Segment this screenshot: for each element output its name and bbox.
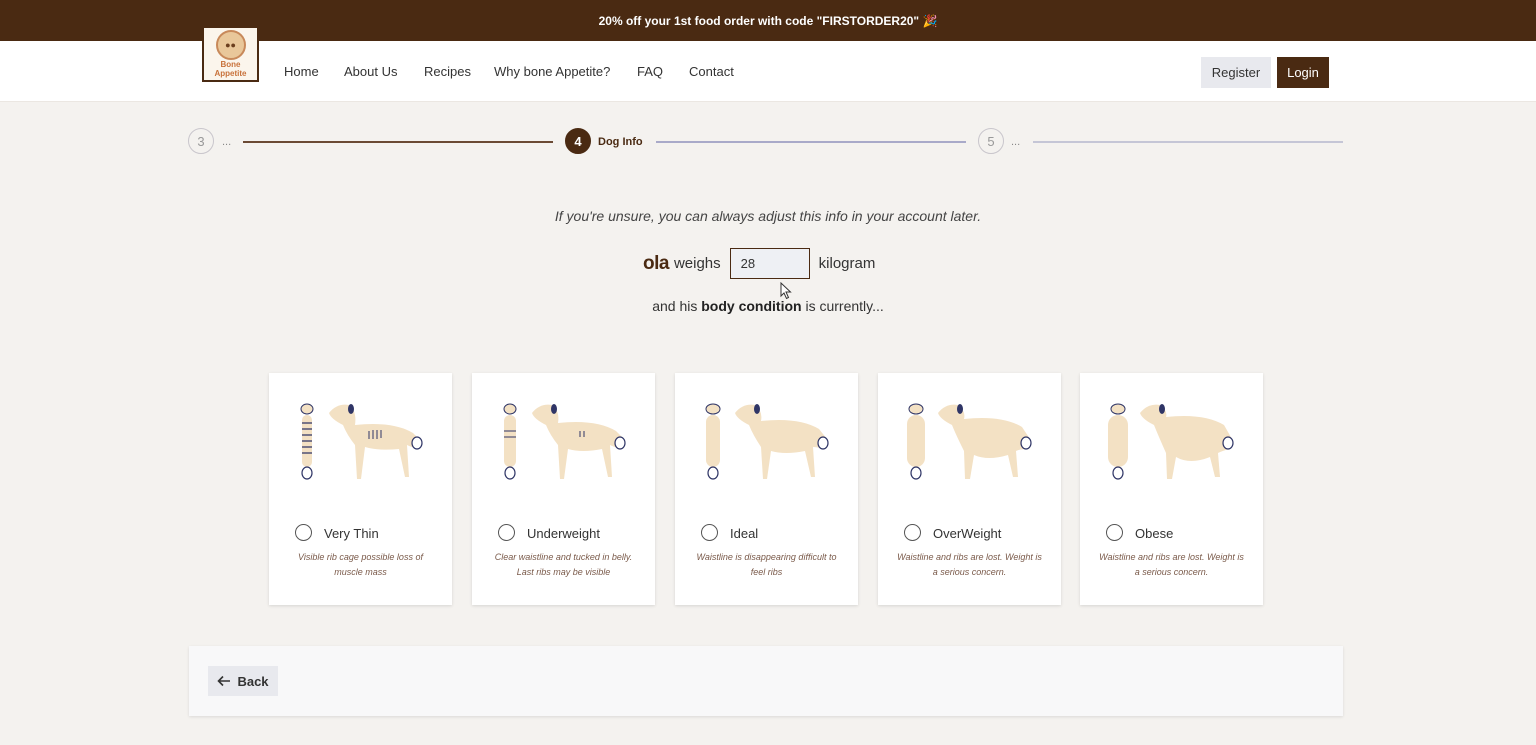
nav-link-faq[interactable]: FAQ	[637, 63, 663, 81]
nav-link-about-us[interactable]: About Us	[344, 63, 397, 81]
condition-prompt: and his body condition is currently...	[0, 298, 1536, 314]
condition-title: OverWeight	[933, 526, 1002, 541]
condition-title: Very Thin	[324, 526, 379, 541]
step-prev-number: 3	[188, 128, 214, 154]
condition-card-underweight[interactable]: Underweight Clear waistline and tucked i…	[472, 373, 655, 605]
step-current-number: 4	[565, 128, 591, 154]
login-button[interactable]: Login	[1277, 57, 1329, 88]
back-label: Back	[237, 673, 269, 689]
nav-link-recipes[interactable]: Recipes	[424, 63, 471, 81]
promo-text: 20% off your 1st food order with code "F…	[598, 13, 938, 28]
condition-suffix: is currently...	[805, 298, 884, 314]
condition-radio-obese[interactable]	[1106, 524, 1123, 541]
condition-desc: Waistline and ribs are lost. Weight is a…	[1099, 552, 1244, 577]
nav-link-why-bone-appetite[interactable]: Why bone Appetite?	[494, 63, 610, 81]
logo-text: Bone	[220, 60, 241, 69]
back-button[interactable]: Back	[208, 666, 278, 696]
condition-prefix: and his	[652, 298, 698, 314]
condition-title: Ideal	[730, 526, 759, 541]
adjust-hint: If you're unsure, you can always adjust …	[554, 208, 982, 224]
condition-desc: Visible rib cage possible loss of muscle…	[298, 552, 423, 577]
logo-dog-icon: ●●	[215, 30, 246, 60]
form-footer	[189, 646, 1343, 716]
step-line-completed	[243, 141, 553, 143]
dog-overweight-icon	[907, 403, 1032, 480]
register-button[interactable]: Register	[1201, 57, 1271, 88]
dog-name: ola	[643, 252, 669, 274]
condition-desc: Waistline and ribs are lost. Weight is a…	[897, 552, 1042, 577]
weight-row: ola weighs kilogram	[643, 248, 875, 279]
arrow-left-icon	[217, 675, 231, 687]
condition-desc: Waistline is disappearing difficult to f…	[696, 552, 837, 577]
logo-text: Appetite	[214, 69, 247, 78]
condition-radio-overweight[interactable]	[904, 524, 921, 541]
step-next-label: ...	[1011, 136, 1021, 148]
condition-card-overweight[interactable]: OverWeight Waistline and ribs are lost. …	[878, 373, 1061, 605]
dog-obese-icon	[1108, 403, 1234, 480]
step-current-label: Dog Info	[598, 136, 643, 148]
dog-very-thin-icon	[300, 403, 423, 480]
condition-card-ideal[interactable]: Ideal Waistline is disappearing difficul…	[675, 373, 858, 605]
condition-radio-underweight[interactable]	[498, 524, 515, 541]
condition-title: Underweight	[527, 526, 600, 541]
site-logo[interactable]: ●● Bone Appetite	[202, 26, 259, 82]
dog-underweight-icon	[503, 403, 626, 480]
unit-label: kilogram	[818, 255, 876, 272]
nav-link-home[interactable]: Home	[284, 63, 319, 81]
weighs-label: weighs	[673, 255, 721, 272]
step-line-upcoming	[1033, 141, 1343, 143]
condition-radio-ideal[interactable]	[701, 524, 718, 541]
step-line-upcoming	[656, 141, 966, 143]
step-next-number: 5	[978, 128, 1004, 154]
condition-card-very-thin[interactable]: Very Thin Visible rib cage possible loss…	[269, 373, 452, 605]
condition-radio-very-thin[interactable]	[295, 524, 312, 541]
condition-card-obese[interactable]: Obese Waistline and ribs are lost. Weigh…	[1080, 373, 1263, 605]
condition-desc: Clear waistline and tucked in belly. Las…	[494, 552, 633, 577]
step-prev-label: ...	[222, 136, 232, 148]
condition-bold: body condition	[701, 298, 802, 314]
dog-ideal-icon	[705, 403, 829, 480]
weight-input[interactable]	[729, 248, 810, 279]
condition-title: Obese	[1135, 526, 1174, 541]
nav-link-contact[interactable]: Contact	[689, 63, 734, 81]
